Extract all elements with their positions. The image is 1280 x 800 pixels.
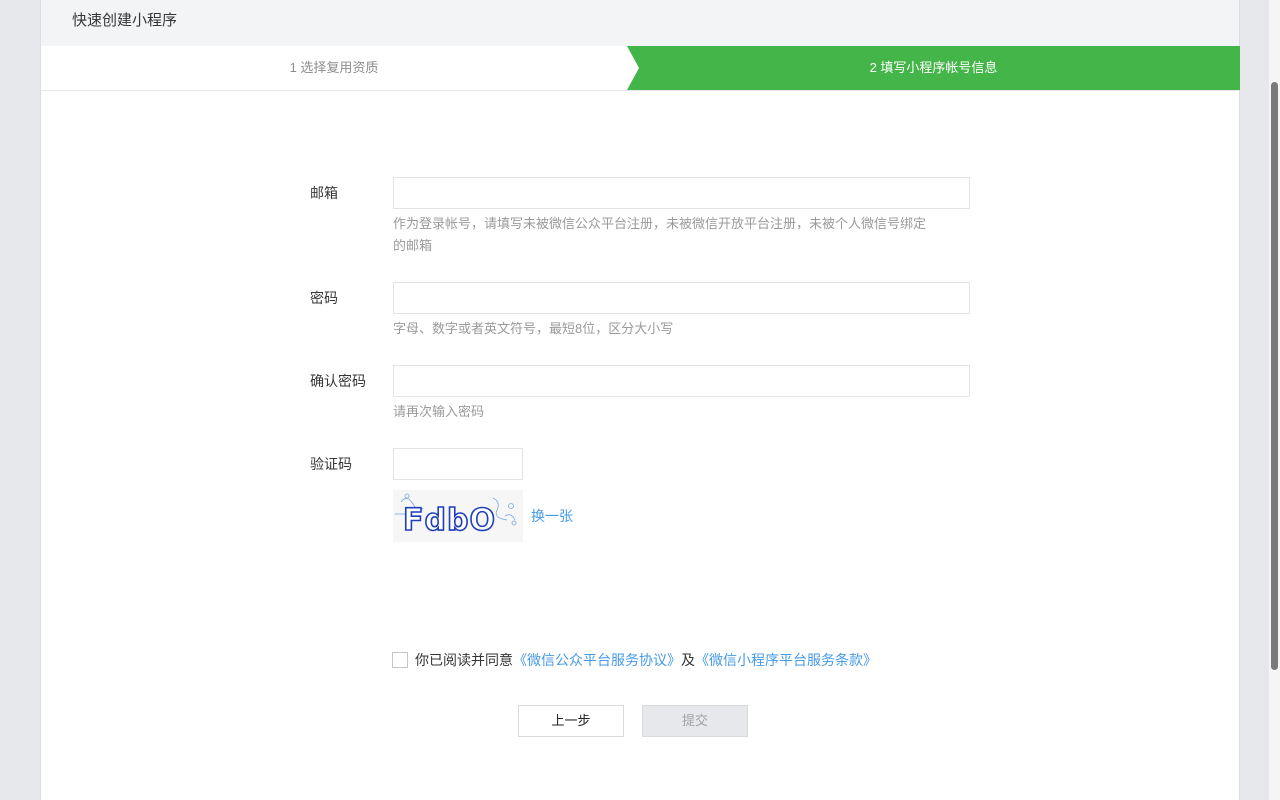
previous-step-button[interactable]: 上一步 [518, 705, 624, 737]
step-1: 1 选择复用资质 [289, 60, 379, 75]
agreement-checkbox[interactable] [392, 652, 408, 668]
email-tip-line2: 的邮箱 [393, 238, 433, 253]
submit-button[interactable]: 提交 [642, 705, 748, 737]
account-form: 邮箱 作为登录帐号，请填写未被微信公众平台注册，未被微信开放平台注册，未被个人微… [310, 177, 1010, 542]
wechat-platform-agreement-link[interactable]: 《微信公众平台服务协议》 [513, 650, 681, 670]
email-field[interactable] [393, 177, 970, 209]
confirm-password-tip: 请再次输入密码 [393, 404, 485, 419]
main-panel: 快速创建小程序 1 选择复用资质 2 填写小程序帐号信息 邮箱 作为登录帐号，请… [40, 0, 1240, 800]
email-tip: 作为登录帐号，请填写未被微信公众平台注册，未被微信开放平台注册，未被个人微信号绑… [393, 213, 970, 257]
captcha-graphic: FdbO [395, 493, 517, 539]
password-field[interactable] [393, 282, 970, 314]
refresh-captcha-link[interactable]: 换一张 [531, 506, 573, 526]
step-indicator: 1 选择复用资质 2 填写小程序帐号信息 [41, 46, 1240, 91]
confirm-password-field[interactable] [393, 365, 970, 397]
step-2-label: 2 填写小程序帐号信息 [869, 60, 998, 75]
password-row: 密码 字母、数字或者英文符号，最短8位，区分大小写 [310, 282, 1010, 365]
confirm-password-row: 确认密码 请再次输入密码 [310, 365, 1010, 448]
password-tip: 字母、数字或者英文符号，最短8位，区分大小写 [393, 321, 674, 336]
password-label: 密码 [310, 290, 338, 306]
miniprogram-terms-link[interactable]: 《微信小程序平台服务条款》 [695, 650, 877, 670]
agreement-prefix: 你已阅读并同意 [415, 652, 513, 668]
email-label: 邮箱 [310, 185, 338, 201]
captcha-image[interactable]: FdbO [393, 490, 523, 542]
captcha-text: FdbO [403, 503, 496, 538]
email-row: 邮箱 作为登录帐号，请填写未被微信公众平台注册，未被微信开放平台注册，未被个人微… [310, 177, 1010, 282]
confirm-password-label: 确认密码 [310, 373, 366, 389]
step-2-active: 2 填写小程序帐号信息 [627, 46, 1240, 90]
agreement-conjunction: 及 [681, 652, 695, 668]
page-title: 快速创建小程序 [41, 0, 1239, 46]
captcha-label: 验证码 [310, 456, 352, 472]
captcha-input[interactable] [393, 448, 523, 480]
agreement-row: 你已阅读并同意 《微信公众平台服务协议》 及 《微信小程序平台服务条款》 [392, 650, 877, 670]
captcha-row: 验证码 FdbO 换一张 [310, 448, 1010, 542]
scrollbar[interactable] [1269, 0, 1280, 800]
scrollbar-thumb[interactable] [1271, 82, 1278, 670]
email-tip-line1: 作为登录帐号，请填写未被微信公众平台注册，未被微信开放平台注册，未被个人微信号绑… [393, 216, 927, 231]
